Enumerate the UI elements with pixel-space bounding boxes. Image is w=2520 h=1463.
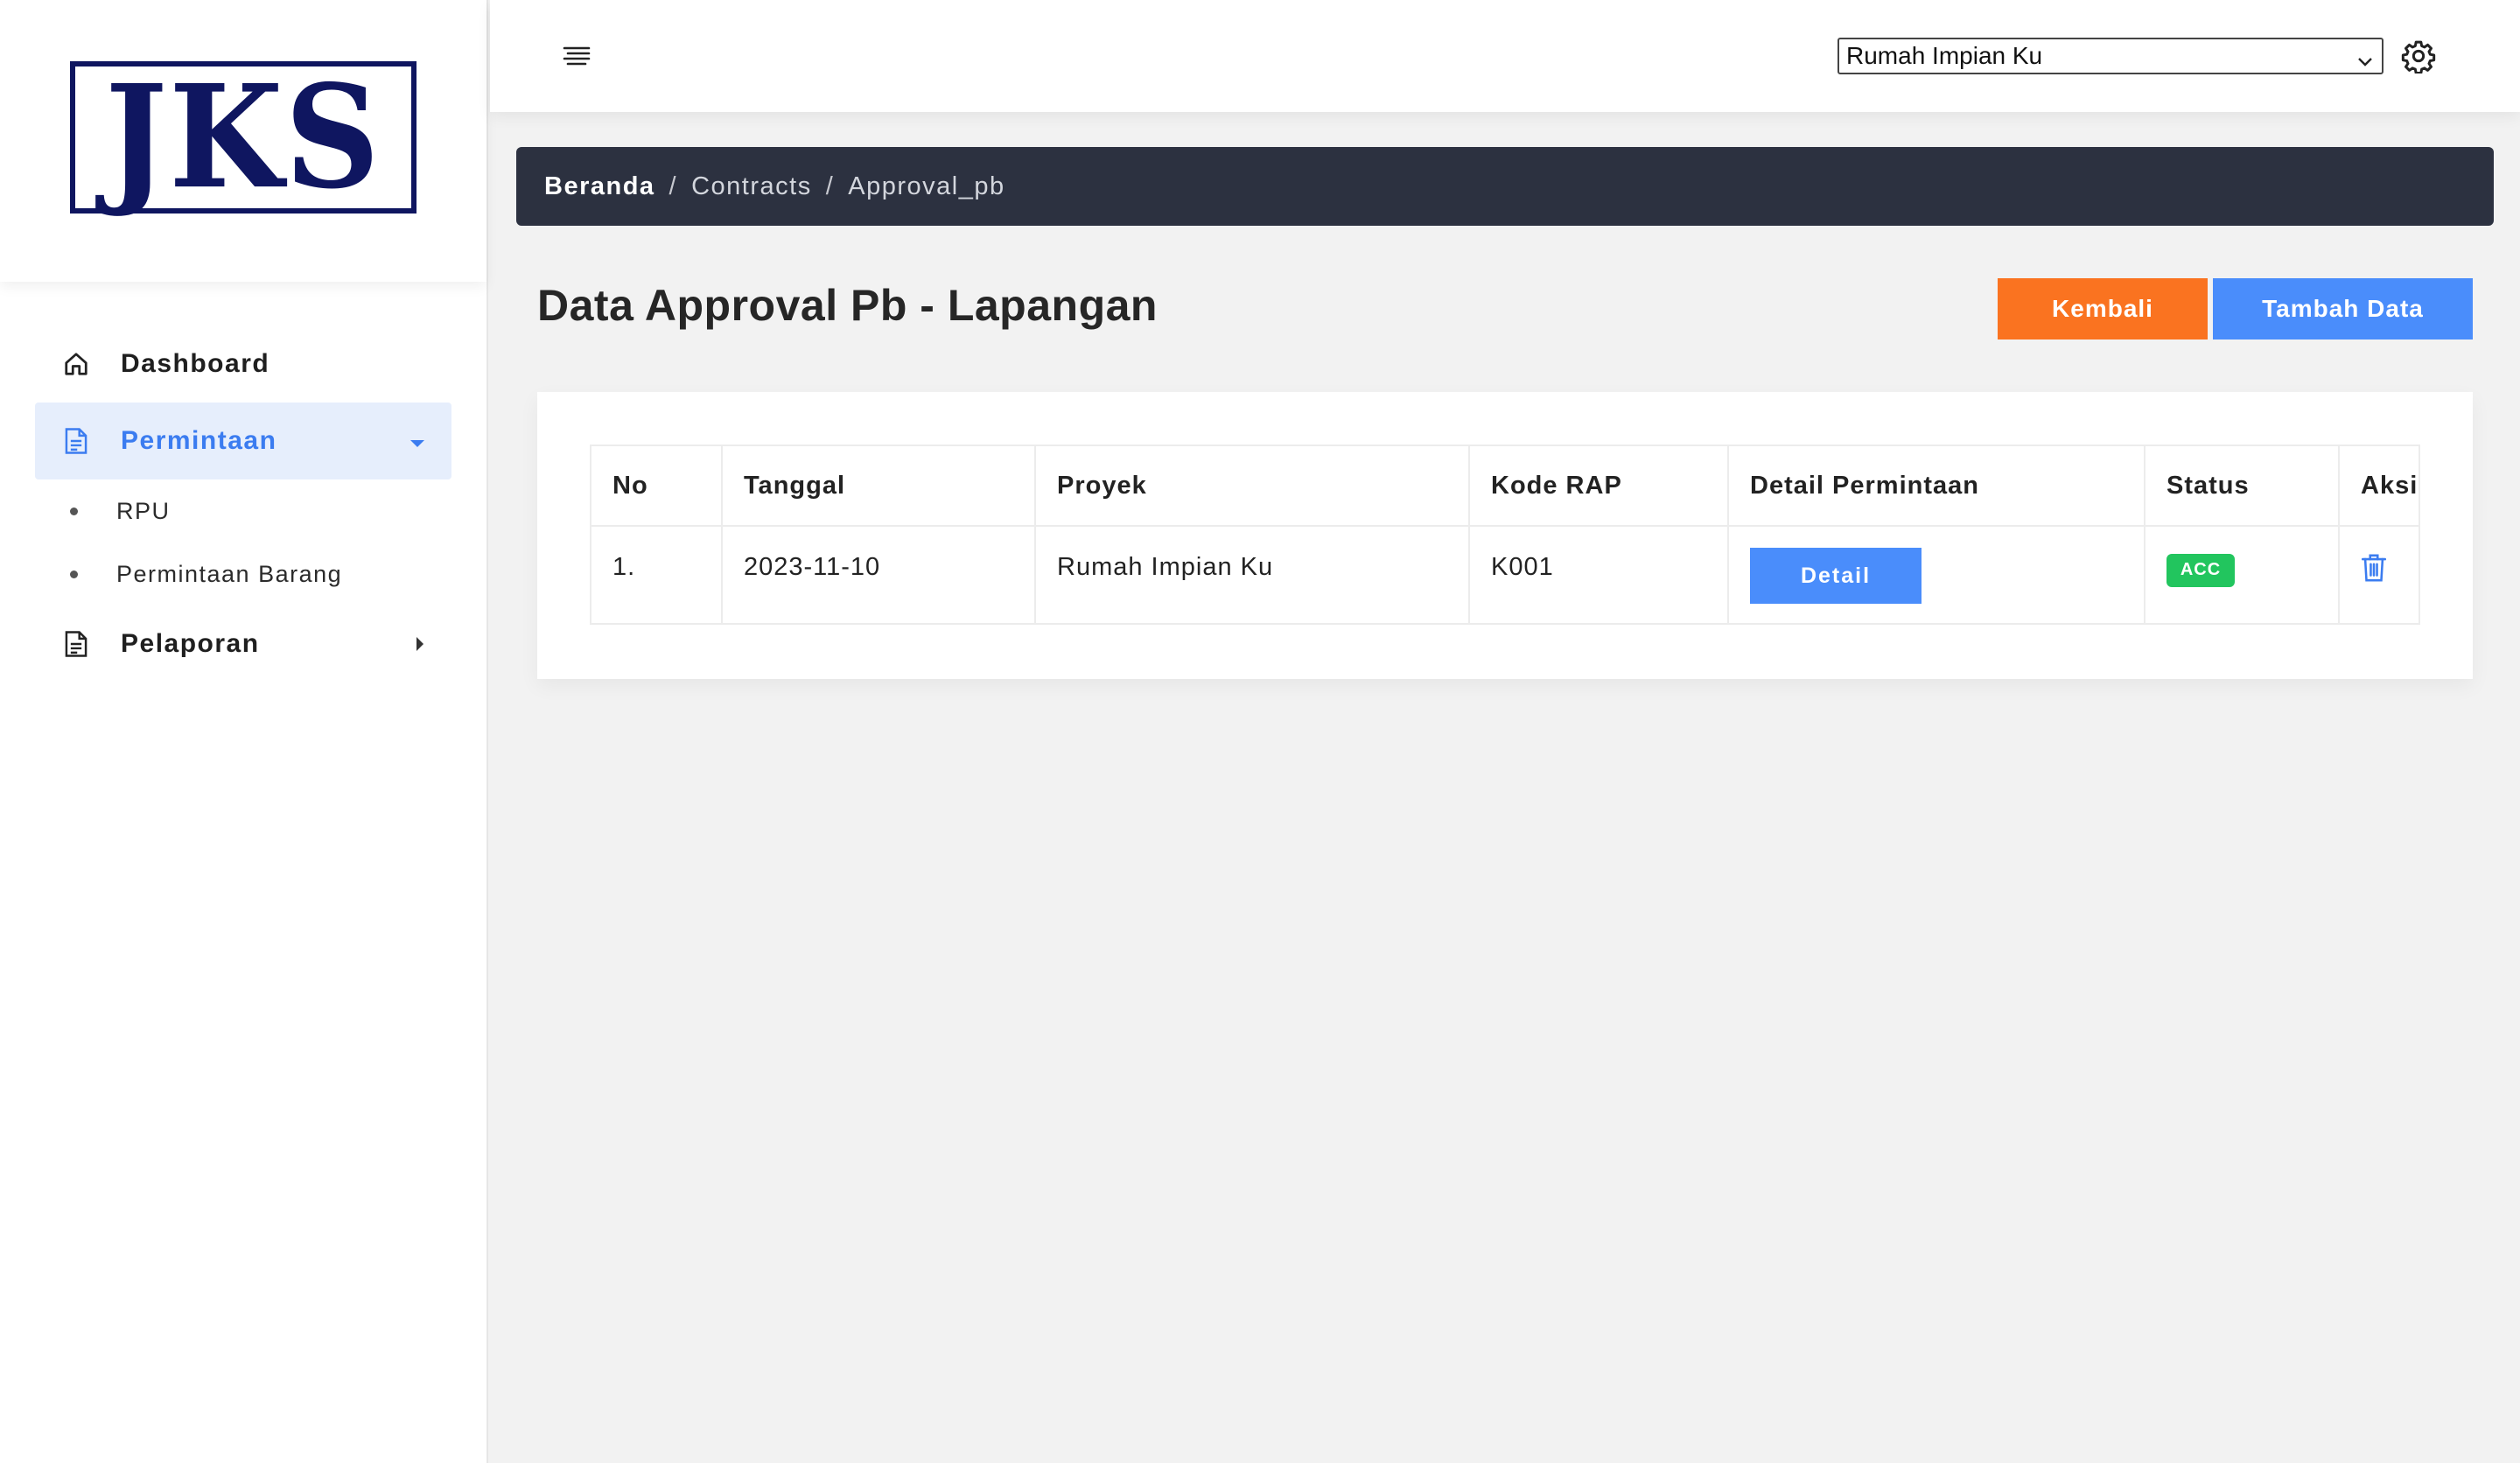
column-header-aksi: Aksi [2338,444,2420,527]
cell-aksi [2338,525,2420,625]
back-button[interactable]: Kembali [1998,278,2208,340]
column-header-tanggal: Tanggal [721,444,1036,527]
table-header-row: No Tanggal Proyek Kode RAP Detail Permin… [590,444,2420,527]
table-card: No Tanggal Proyek Kode RAP Detail Permin… [537,392,2473,679]
project-select-value: Rumah Impian Ku [1846,42,2043,69]
sidebar-item-dashboard[interactable]: Dashboard [35,326,452,402]
breadcrumb-contracts[interactable]: Contracts [691,172,812,201]
brand-logo[interactable]: JKS [70,61,416,214]
cell-proyek: Rumah Impian Ku [1034,525,1470,625]
cell-tanggal: 2023-11-10 [721,525,1036,625]
breadcrumb-separator: / [668,172,678,200]
sidebar: JKS Dashboard Permintaan RPU Permintaan … [0,0,488,1463]
logo-text: JKS [105,53,382,221]
page-title: Data Approval Pb - Lapangan [537,281,1158,330]
column-header-kode-rap: Kode RAP [1468,444,1729,527]
bullet-icon [70,570,78,578]
logo-area: JKS [0,0,486,282]
sidebar-item-label: Dashboard [121,349,270,378]
project-select[interactable]: Rumah Impian Ku [1838,38,2384,74]
column-header-no: No [590,444,723,527]
add-data-button[interactable]: Tambah Data [2213,278,2473,340]
breadcrumb: Beranda / Contracts / Approval_pb [516,147,2494,226]
sidebar-subitem-label: Permintaan Barang [116,560,343,587]
cell-status: ACC [2144,525,2340,625]
column-header-status: Status [2144,444,2340,527]
bullet-icon [70,507,78,515]
sidebar-nav: Dashboard Permintaan RPU Permintaan Bara… [0,282,486,682]
column-header-detail-permintaan: Detail Permintaan [1727,444,2146,527]
column-header-proyek: Proyek [1034,444,1470,527]
document-icon [61,426,91,456]
approval-table: No Tanggal Proyek Kode RAP Detail Permin… [590,444,2420,625]
chevron-down-icon [2356,46,2375,80]
caret-down-icon [410,426,425,456]
breadcrumb-home[interactable]: Beranda [544,172,655,201]
gear-icon[interactable] [2401,38,2436,74]
table-row: 1. 2023-11-10 Rumah Impian Ku K001 Detai… [590,525,2420,625]
sidebar-item-label: Permintaan [121,426,277,455]
sidebar-subitem-permintaan-barang[interactable]: Permintaan Barang [0,542,486,606]
menu-toggle-icon[interactable] [562,44,592,68]
breadcrumb-separator: / [825,172,835,200]
sidebar-item-label: Pelaporan [121,629,260,658]
sidebar-subitem-rpu[interactable]: RPU [0,480,486,542]
detail-button[interactable]: Detail [1750,548,1922,604]
breadcrumb-current: Approval_pb [848,172,1005,200]
sidebar-item-permintaan[interactable]: Permintaan [35,402,452,480]
topbar: Rumah Impian Ku [490,0,2520,112]
cell-detail: Detail [1727,525,2146,625]
document-icon [61,629,91,659]
status-badge: ACC [2166,553,2235,587]
sidebar-subitem-label: RPU [116,497,171,524]
cell-kode-rap: K001 [1468,525,1729,625]
cell-no: 1. [590,525,723,625]
home-icon [61,349,91,379]
trash-icon[interactable] [2361,553,2387,590]
caret-right-icon [415,629,425,659]
sidebar-item-pelaporan[interactable]: Pelaporan [35,606,452,682]
